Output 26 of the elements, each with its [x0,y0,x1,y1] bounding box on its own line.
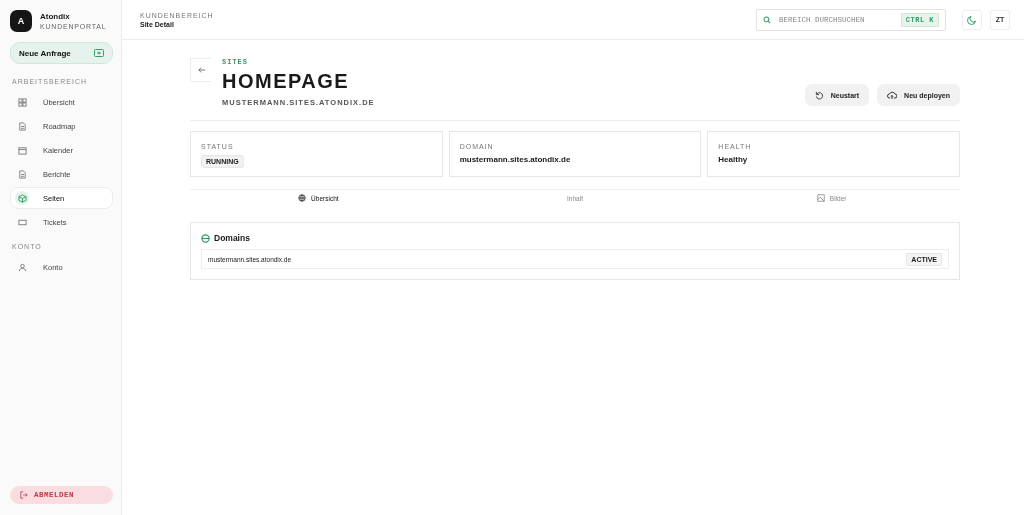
brand-name: Atondix [40,12,71,21]
user-icon [17,262,27,272]
globe-icon [298,194,307,202]
image-icon [816,194,825,202]
page-title: HOMEPAGE [222,70,351,92]
logout-icon [20,491,28,499]
domains-title: Domains [214,233,250,243]
ticket-icon [17,217,27,227]
doc-icon [17,169,27,179]
search-icon [763,15,771,24]
cloud-upload-icon [887,90,898,100]
calendar-icon [17,145,27,155]
doc-icon [17,121,27,131]
back-arrow-icon [197,66,206,74]
restart-icon [814,90,824,100]
globe-icon [201,233,210,243]
stat-value: Healthy [718,155,748,164]
stat-value: mustermann.sites.atondix.de [459,155,571,164]
cube-icon [17,193,27,203]
logo-icon: A [10,10,32,32]
plus-square-icon [94,49,104,57]
theme-toggle-button[interactable] [962,9,982,30]
back-button[interactable] [190,58,212,82]
new-request-button[interactable]: Neue Anfrage [10,42,113,64]
moon-icon [967,14,977,25]
grid-icon [17,97,27,107]
